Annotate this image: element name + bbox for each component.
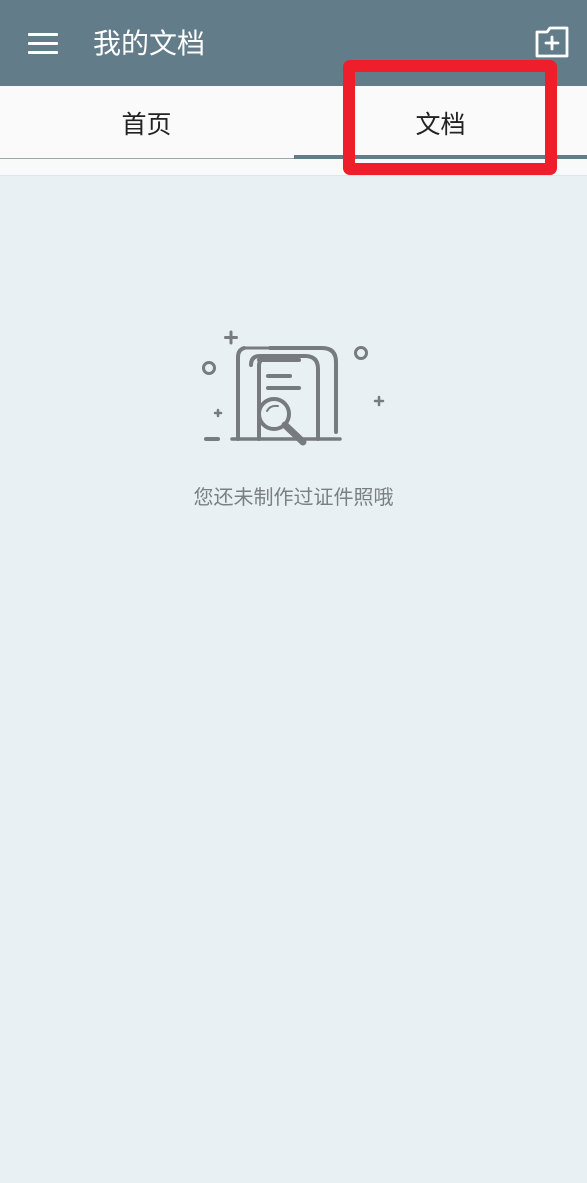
tab-divider [0, 158, 294, 159]
empty-documents-search-icon [202, 330, 385, 446]
empty-state-message: 您还未制作过证件照哦 [193, 485, 394, 509]
selected-tab-indicator [294, 155, 587, 159]
tab-home[interactable]: 首页 [0, 86, 293, 160]
tab-shadow-area [0, 160, 587, 176]
add-folder-icon[interactable] [530, 24, 572, 62]
tab-bar: 首页 文档 [0, 86, 587, 160]
menu-icon[interactable] [22, 27, 64, 61]
menu-line-middle [28, 42, 58, 45]
tab-documents[interactable]: 文档 [294, 86, 587, 160]
app-bar: 我的文档 [0, 0, 587, 86]
page-title: 我的文档 [93, 27, 206, 60]
menu-line-top [28, 33, 58, 36]
menu-line-bottom [28, 51, 58, 54]
document-screen: 我的文档 首页 文档 您还未制作过证件照哦 [0, 0, 587, 1183]
